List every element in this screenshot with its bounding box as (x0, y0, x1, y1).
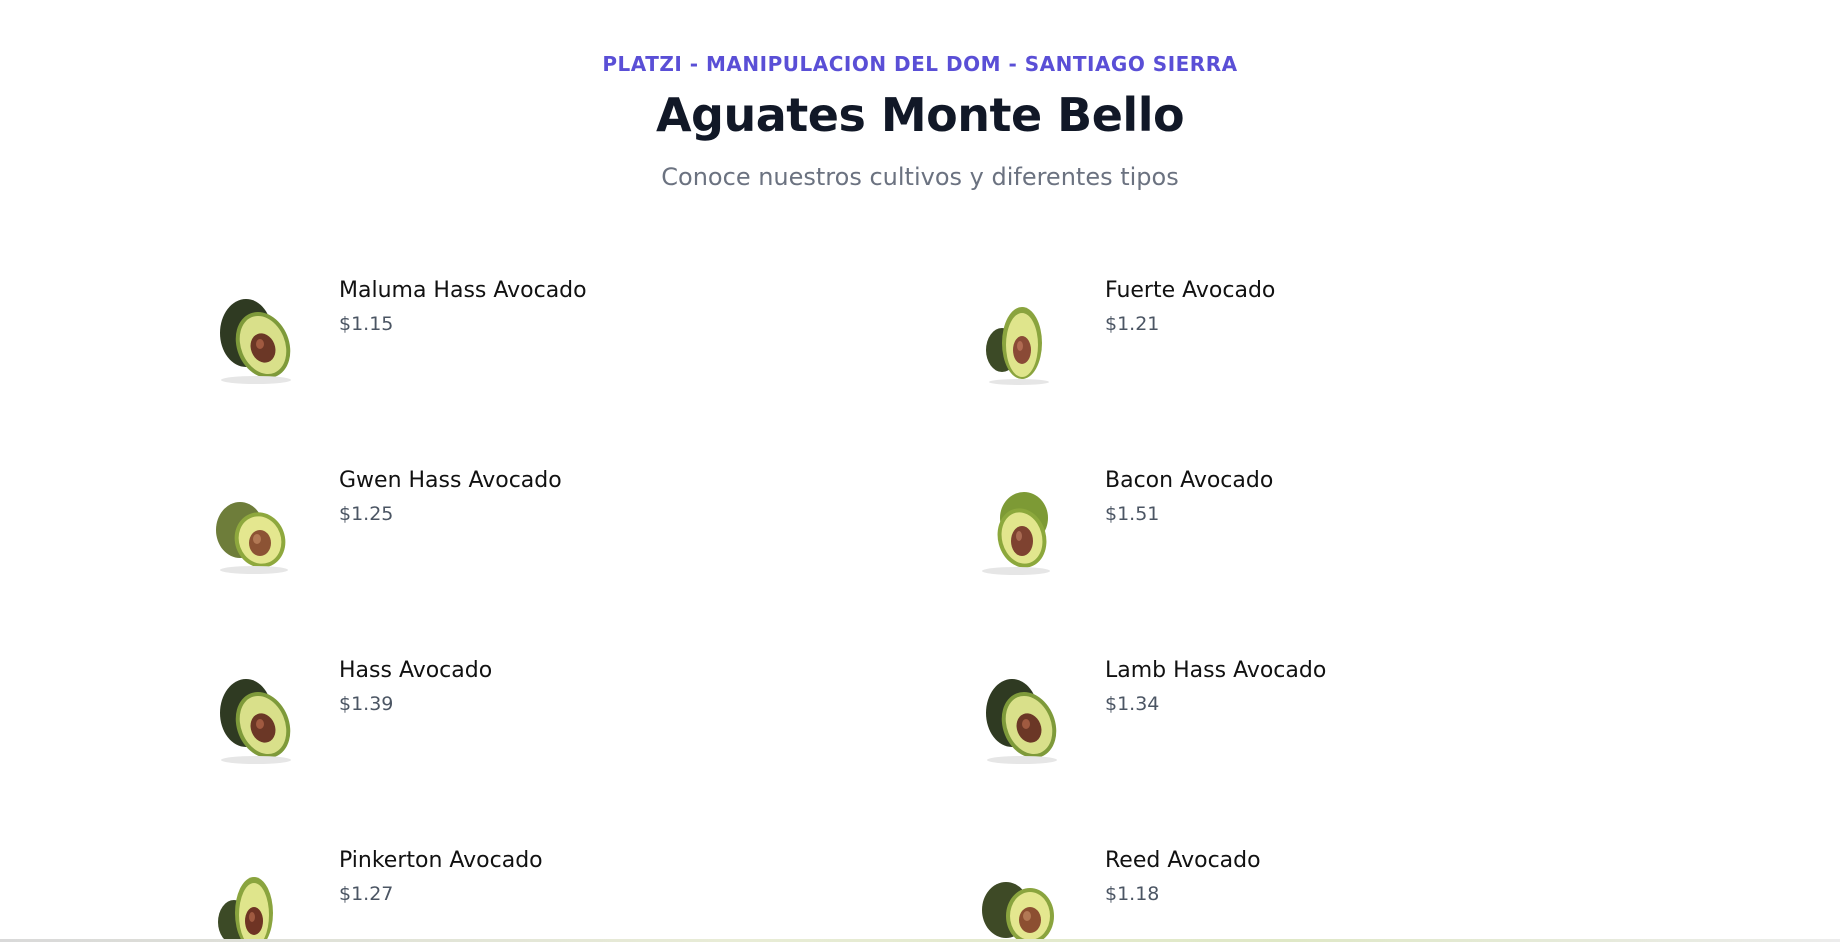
product-list: Maluma Hass Avocado $1.15 Fuerte Avocado… (0, 0, 1840, 942)
product-name: Reed Avocado (1105, 848, 1261, 873)
product-name: Fuerte Avocado (1105, 278, 1276, 303)
product-name: Gwen Hass Avocado (339, 468, 562, 493)
product-card[interactable]: Gwen Hass Avocado $1.25 (208, 468, 808, 588)
product-price: $1.15 (339, 313, 394, 335)
product-price: $1.34 (1105, 693, 1160, 715)
product-card[interactable]: Reed Avocado $1.18 (974, 848, 1574, 942)
product-price: $1.27 (339, 883, 394, 905)
product-price: $1.51 (1105, 503, 1160, 525)
product-card[interactable]: Hass Avocado $1.39 (208, 658, 808, 778)
product-card[interactable]: Maluma Hass Avocado $1.15 (208, 278, 808, 398)
product-price: $1.21 (1105, 313, 1160, 335)
avocado-half-green-icon (982, 492, 1050, 575)
product-price: $1.39 (339, 693, 394, 715)
product-card[interactable]: Bacon Avocado $1.51 (974, 468, 1574, 588)
product-name: Hass Avocado (339, 658, 493, 683)
avocado-half-round-icon (982, 882, 1054, 942)
product-card[interactable]: Fuerte Avocado $1.21 (974, 278, 1574, 398)
product-card[interactable]: Pinkerton Avocado $1.27 (208, 848, 808, 942)
avocado-half-dark-icon (220, 299, 291, 384)
product-price: $1.25 (339, 503, 394, 525)
page: PLATZI - MANIPULACION DEL DOM - SANTIAGO… (0, 0, 1840, 942)
avocado-half-dark-icon (220, 679, 291, 764)
avocado-half-upright-icon (218, 877, 273, 942)
product-price: $1.18 (1105, 883, 1160, 905)
avocado-half-dark-icon (986, 679, 1057, 764)
avocado-half-upright-icon (986, 307, 1049, 385)
product-name: Bacon Avocado (1105, 468, 1274, 493)
product-name: Pinkerton Avocado (339, 848, 543, 873)
product-name: Maluma Hass Avocado (339, 278, 587, 303)
product-card[interactable]: Lamb Hass Avocado $1.34 (974, 658, 1574, 778)
product-name: Lamb Hass Avocado (1105, 658, 1327, 683)
avocado-half-green-icon (216, 502, 288, 574)
